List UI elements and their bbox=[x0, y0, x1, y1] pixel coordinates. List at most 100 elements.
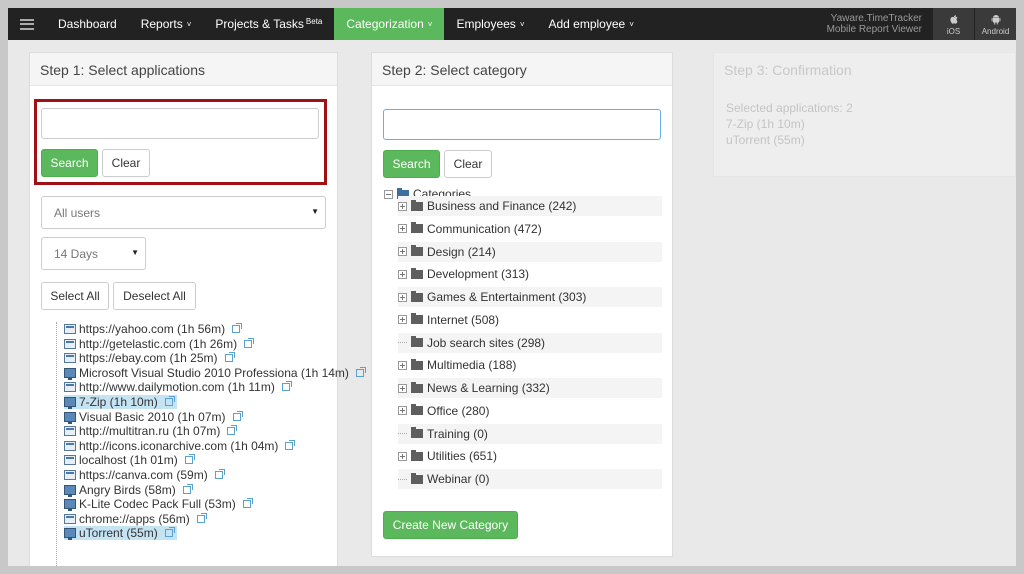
expand-icon[interactable] bbox=[398, 360, 407, 370]
category-item[interactable]: Webinar (0) bbox=[398, 469, 662, 489]
create-category-button[interactable]: Create New Category bbox=[383, 511, 518, 539]
application-tree: https://yahoo.com (1h 56m) http://getelas… bbox=[46, 322, 366, 566]
expand-icon[interactable] bbox=[398, 315, 407, 325]
app-list-item[interactable]: https://ebay.com (1h 25m) bbox=[64, 351, 237, 365]
app-list-item[interactable]: http://icons.iconarchive.com (1h 04m) bbox=[64, 439, 297, 453]
ios-button[interactable]: iOS bbox=[932, 8, 974, 40]
category-label: Business and Finance (242) bbox=[427, 199, 577, 213]
nav-projects-tasks[interactable]: Projects & Tasks Beta bbox=[203, 8, 334, 40]
beta-badge: Beta bbox=[305, 16, 323, 26]
category-clear-button[interactable]: Clear bbox=[444, 150, 492, 178]
app-search-input[interactable] bbox=[41, 108, 319, 139]
expand-icon[interactable] bbox=[398, 451, 407, 461]
category-search-input[interactable] bbox=[383, 109, 661, 140]
expand-icon[interactable] bbox=[398, 383, 407, 393]
external-link-icon[interactable] bbox=[164, 396, 175, 406]
external-link-icon[interactable] bbox=[242, 498, 253, 509]
external-link-icon[interactable] bbox=[244, 337, 255, 348]
category-item[interactable]: Training (0) bbox=[398, 423, 662, 444]
external-link-icon[interactable] bbox=[355, 366, 366, 377]
external-link-icon[interactable] bbox=[182, 483, 193, 494]
expand-icon[interactable] bbox=[398, 406, 407, 416]
step2-title: Step 2: Select category bbox=[372, 53, 672, 86]
selected-count: Selected applications: 2 bbox=[726, 101, 853, 115]
app-label: 7-Zip (1h 10m) bbox=[79, 395, 158, 409]
category-item[interactable]: Job search sites (298) bbox=[398, 332, 662, 353]
external-link-icon[interactable] bbox=[285, 439, 296, 450]
nav-categorization[interactable]: Categorization ˅ bbox=[334, 8, 445, 40]
hamburger-icon bbox=[20, 18, 34, 30]
nav-employees[interactable]: Employees ˅ bbox=[444, 8, 536, 40]
android-button[interactable]: Android bbox=[974, 8, 1016, 40]
category-item[interactable]: Office (280) bbox=[398, 401, 662, 421]
nav-add-employee[interactable]: Add employee ˅ bbox=[536, 8, 645, 40]
app-label: chrome://apps (56m) bbox=[79, 511, 190, 526]
app-list-item[interactable]: uTorrent (55m) bbox=[64, 526, 177, 541]
step2-panel: Step 2: Select category Search Clear Cat… bbox=[371, 52, 673, 557]
expand-icon[interactable] bbox=[398, 292, 407, 302]
external-link-icon[interactable] bbox=[232, 323, 243, 333]
app-list-item[interactable]: Microsoft Visual Studio 2010 Professiona… bbox=[64, 366, 368, 380]
expand-icon[interactable] bbox=[398, 224, 407, 234]
days-select[interactable]: 14 Days ▼ bbox=[41, 237, 146, 270]
category-item[interactable]: Communication (472) bbox=[398, 219, 662, 239]
app-list-item[interactable]: chrome://apps (56m) bbox=[64, 512, 209, 526]
app-clear-button[interactable]: Clear bbox=[102, 149, 150, 177]
step3-panel: Step 3: Confirmation Selected applicatio… bbox=[713, 52, 1016, 177]
nav-dashboard[interactable]: Dashboard bbox=[46, 8, 129, 40]
ios-label: iOS bbox=[946, 26, 961, 36]
external-link-icon[interactable] bbox=[196, 512, 207, 523]
nav-add-employee-label: Add employee bbox=[548, 17, 626, 31]
external-link-icon[interactable] bbox=[281, 381, 292, 392]
nav-reports[interactable]: Reports ˅ bbox=[129, 8, 204, 40]
expand-icon[interactable] bbox=[398, 247, 407, 256]
category-item[interactable]: Games & Entertainment (303) bbox=[398, 287, 662, 307]
menu-toggle-button[interactable] bbox=[8, 8, 46, 40]
category-item[interactable]: Development (313) bbox=[398, 264, 662, 284]
app-list-item[interactable]: Visual Basic 2010 (1h 07m) bbox=[64, 410, 245, 424]
folder-icon bbox=[411, 245, 423, 256]
android-icon bbox=[991, 14, 1000, 24]
app-label: http://icons.iconarchive.com (1h 04m) bbox=[79, 438, 279, 453]
folder-icon bbox=[411, 222, 423, 234]
external-link-icon[interactable] bbox=[214, 469, 225, 479]
app-list-item[interactable]: https://yahoo.com (1h 56m) bbox=[64, 322, 244, 336]
app-list-item[interactable]: localhost (1h 01m) bbox=[64, 453, 197, 467]
expand-icon[interactable] bbox=[398, 269, 407, 279]
category-label: Office (280) bbox=[427, 403, 490, 418]
app-list-item[interactable]: http://www.dailymotion.com (1h 11m) bbox=[64, 380, 294, 394]
chevron-down-icon: ˅ bbox=[427, 19, 433, 29]
external-link-icon[interactable] bbox=[227, 425, 238, 436]
category-item[interactable]: Multimedia (188) bbox=[398, 355, 662, 375]
folder-icon bbox=[411, 472, 423, 484]
external-link-icon[interactable] bbox=[164, 527, 175, 538]
app-search-button[interactable]: Search bbox=[41, 149, 98, 177]
app-label: https://canva.com (59m) bbox=[79, 468, 208, 482]
days-select-value: 14 Days bbox=[54, 247, 99, 261]
category-label: Games & Entertainment (303) bbox=[427, 290, 587, 304]
app-list-item[interactable]: Angry Birds (58m) bbox=[64, 483, 195, 497]
category-item[interactable]: News & Learning (332) bbox=[398, 378, 662, 398]
users-select[interactable]: All users ▼ bbox=[41, 196, 326, 229]
nav-dashboard-label: Dashboard bbox=[58, 17, 117, 31]
desktop-app-icon bbox=[64, 484, 76, 497]
app-list-item[interactable]: https://canva.com (59m) bbox=[64, 468, 227, 482]
app-list-item[interactable]: http://multitran.ru (1h 07m) bbox=[64, 424, 239, 438]
external-link-icon[interactable] bbox=[224, 352, 235, 363]
app-label: localhost (1h 01m) bbox=[79, 453, 178, 468]
category-search-button[interactable]: Search bbox=[383, 150, 440, 178]
category-item[interactable]: Design (214) bbox=[398, 241, 662, 262]
collapse-icon[interactable] bbox=[384, 189, 393, 199]
external-link-icon[interactable] bbox=[184, 454, 195, 465]
category-item[interactable]: Internet (508) bbox=[398, 310, 662, 330]
folder-icon bbox=[411, 290, 423, 302]
category-item[interactable]: Business and Finance (242) bbox=[398, 196, 662, 216]
app-list-item[interactable]: http://getelastic.com (1h 26m) bbox=[64, 337, 256, 351]
category-item[interactable]: Utilities (651) bbox=[398, 446, 662, 466]
select-all-button[interactable]: Select All bbox=[41, 282, 109, 310]
external-link-icon[interactable] bbox=[232, 410, 243, 421]
app-list-item[interactable]: K-Lite Codec Pack Full (53m) bbox=[64, 497, 255, 512]
deselect-all-button[interactable]: Deselect All bbox=[113, 282, 196, 310]
app-list-item[interactable]: 7-Zip (1h 10m) bbox=[64, 395, 177, 409]
expand-icon[interactable] bbox=[398, 201, 407, 211]
